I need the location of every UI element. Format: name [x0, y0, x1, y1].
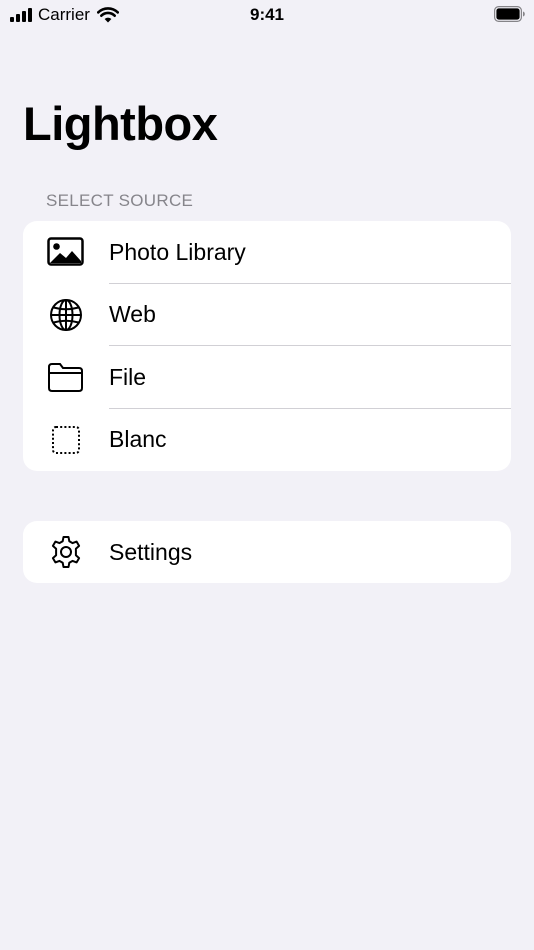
- select-source-header: SELECT SOURCE: [46, 191, 194, 210]
- blanc-label: Blanc: [109, 426, 167, 453]
- status-time: 9:41: [249, 5, 285, 24]
- web-label: Web: [109, 301, 156, 328]
- gear-icon: [47, 534, 84, 571]
- battery-icon: [494, 6, 525, 22]
- settings-row[interactable]: Settings: [23, 521, 511, 583]
- globe-icon: [47, 296, 84, 333]
- file-row[interactable]: File: [23, 346, 511, 409]
- photo-library-label: Photo Library: [109, 238, 246, 265]
- photo-icon: [47, 234, 84, 271]
- folder-icon: [47, 359, 84, 396]
- settings-label: Settings: [109, 538, 193, 565]
- source-list: Photo Library Web File Blanc: [23, 221, 511, 471]
- dotted-square-icon: [47, 421, 84, 458]
- file-label: File: [109, 363, 147, 390]
- photo-library-row[interactable]: Photo Library: [23, 221, 511, 284]
- page-title: Lightbox: [23, 97, 218, 150]
- status-bar: Carrier 9:41: [0, 0, 534, 30]
- settings-group: Settings: [23, 521, 511, 583]
- blanc-row[interactable]: Blanc: [23, 409, 511, 472]
- web-row[interactable]: Web: [23, 284, 511, 347]
